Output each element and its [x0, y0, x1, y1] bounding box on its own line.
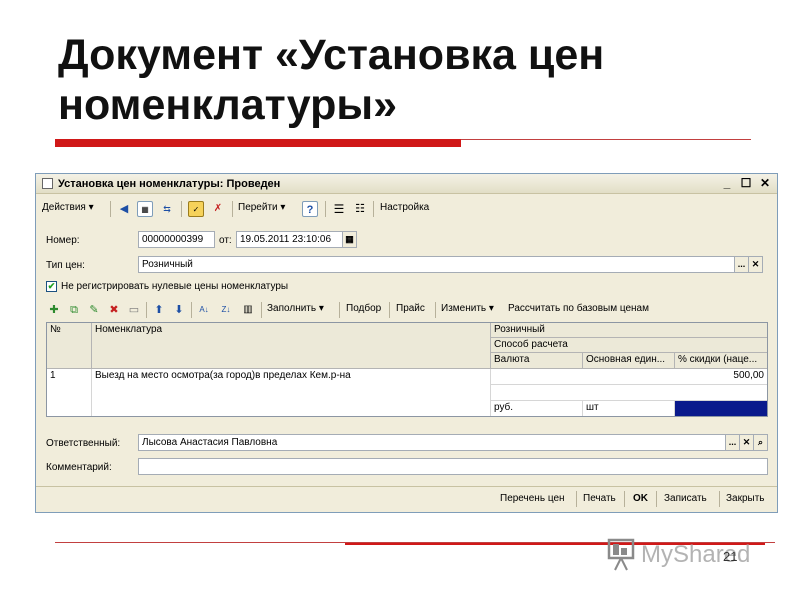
list-view-icon[interactable]: ☰	[331, 201, 347, 217]
responsible-clear-icon[interactable]: ✕	[739, 435, 753, 450]
row-discount-selected[interactable]	[675, 401, 767, 416]
row-item[interactable]: Выезд на место осмотра(за город)в предел…	[92, 369, 491, 416]
date-value: 19.05.2011 23:10:06	[240, 234, 332, 245]
delete-row-icon[interactable]: ✖	[106, 302, 122, 318]
col-header-num[interactable]: №	[47, 323, 92, 369]
row-unit[interactable]: шт	[583, 401, 675, 416]
minimize-button[interactable]: _	[719, 176, 735, 191]
close-button[interactable]: Закрыть	[726, 493, 765, 504]
responsible-field[interactable]: Лысова Анастасия Павловна ... ✕ ⌕	[138, 434, 768, 451]
maximize-button[interactable]: ☐	[738, 176, 754, 191]
add-row-icon[interactable]: ✚	[46, 302, 62, 318]
comment-field[interactable]	[138, 458, 768, 475]
zero-prices-checkbox[interactable]: ✔	[46, 281, 57, 292]
barcode-icon[interactable]: ▥	[240, 302, 256, 318]
change-menu[interactable]: Изменить ▾	[441, 303, 494, 314]
watermark-logo: MyShared 21	[605, 538, 765, 572]
slide-title-line2: номенклатуры»	[58, 81, 398, 129]
price-list-report-button[interactable]: Перечень цен	[500, 493, 565, 504]
main-toolbar: Действия ▾ ◀ ▦ ⇆ ✓ ✗ Перейти ▾ ? ☰ ☷ Нас…	[36, 198, 777, 220]
title-underline	[55, 139, 461, 147]
help-button[interactable]: ?	[302, 201, 318, 217]
sort-descending-icon[interactable]: Z↓	[218, 302, 234, 318]
col-header-discount[interactable]: % скидки (наце...	[675, 353, 767, 369]
close-window-button[interactable]: ✕	[757, 176, 773, 191]
date-label: от:	[219, 235, 232, 246]
responsible-open-icon[interactable]: ⌕	[753, 435, 767, 450]
date-field[interactable]: 19.05.2011 23:10:06 ▦	[236, 231, 357, 248]
zero-prices-label: Не регистрировать нулевые цены номенклат…	[61, 281, 289, 292]
unpost-document-icon[interactable]: ✗	[210, 201, 226, 217]
calc-base-prices-button[interactable]: Рассчитать по базовым ценам	[508, 303, 649, 314]
move-up-icon[interactable]: ⬆	[151, 302, 167, 318]
save-button[interactable]: Записать	[664, 493, 707, 504]
row-num[interactable]: 1	[47, 369, 92, 416]
ok-button[interactable]: OK	[633, 493, 648, 504]
prices-table: № Номенклатура Розничный Способ расчета …	[46, 322, 768, 417]
col-header-calc-method[interactable]: Способ расчета	[491, 338, 767, 353]
number-field[interactable]: 00000000399	[138, 231, 215, 248]
window-titlebar: Установка цен номенклатуры: Проведен _ ☐…	[36, 174, 777, 194]
responsible-select-button[interactable]: ...	[725, 435, 739, 450]
comment-label: Комментарий:	[46, 462, 112, 473]
end-edit-icon[interactable]: ▭	[126, 302, 142, 318]
select-ellipsis-button[interactable]: ...	[734, 257, 748, 272]
document-icon	[42, 178, 53, 189]
slide-title: Документ «Установка цен номенклатуры»	[58, 30, 758, 130]
price-type-field[interactable]: Розничный ... ✕	[138, 256, 763, 273]
goto-menu[interactable]: Перейти ▾	[238, 202, 285, 213]
sort-ascending-icon[interactable]: A↓	[196, 302, 212, 318]
number-label: Номер:	[46, 235, 80, 246]
price-list-button[interactable]: Прайс	[396, 303, 425, 314]
page-number: 21	[723, 549, 738, 564]
clear-icon[interactable]: ✕	[748, 257, 762, 272]
price-type-value: Розничный	[142, 259, 193, 270]
copy-row-icon[interactable]: ⧉	[66, 302, 82, 318]
document-window: Установка цен номенклатуры: Проведен _ ☐…	[35, 173, 778, 513]
col-header-currency[interactable]: Валюта	[491, 353, 583, 369]
row-currency[interactable]: руб.	[491, 401, 583, 416]
window-footer: Перечень цен Печать OK Записать Закрыть	[36, 486, 777, 512]
print-button[interactable]: Печать	[583, 493, 616, 504]
selection-button[interactable]: Подбор	[346, 303, 381, 314]
row-price[interactable]: 500,00	[491, 369, 767, 385]
col-header-unit[interactable]: Основная един...	[583, 353, 675, 369]
responsible-value: Лысова Анастасия Павловна	[142, 437, 278, 448]
col-header-item[interactable]: Номенклатура	[92, 323, 491, 369]
title-underline-thin	[461, 139, 751, 140]
copy-icon[interactable]: ▦	[137, 201, 153, 217]
window-title: Установка цен номенклатуры: Проведен	[58, 178, 281, 190]
col-header-price-type[interactable]: Розничный	[491, 323, 767, 338]
post-document-icon[interactable]: ✓	[188, 201, 204, 217]
move-down-icon[interactable]: ⬇	[171, 302, 187, 318]
refresh-icon[interactable]: ⇆	[159, 201, 175, 217]
slide-title-line1: Документ «Установка цен	[58, 31, 605, 79]
actions-menu[interactable]: Действия ▾	[42, 202, 94, 213]
price-type-label: Тип цен:	[46, 260, 85, 271]
fill-menu[interactable]: Заполнить ▾	[267, 303, 324, 314]
responsible-label: Ответственный:	[46, 438, 121, 449]
settings-button[interactable]: Настройка	[380, 202, 429, 213]
structure-icon[interactable]: ☷	[352, 201, 368, 217]
back-arrow-icon[interactable]: ◀	[116, 201, 132, 217]
calendar-icon[interactable]: ▦	[342, 232, 356, 247]
table-toolbar: ✚ ⧉ ✎ ✖ ▭ ⬆ ⬇ A↓ Z↓ ▥ Заполнить ▾ Подбор…	[36, 299, 777, 321]
row-calc-method[interactable]	[491, 385, 767, 401]
edit-row-icon[interactable]: ✎	[86, 302, 102, 318]
